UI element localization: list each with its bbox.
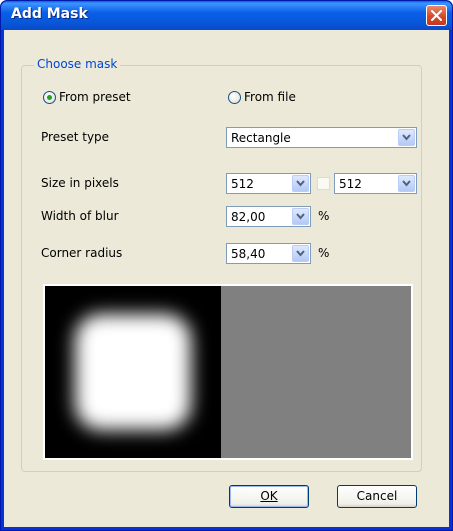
mask-preview-image [45, 286, 221, 458]
dropdown-button[interactable] [398, 175, 415, 192]
dropdown-button[interactable] [292, 175, 309, 192]
from-preset-radio[interactable]: From preset [43, 88, 131, 106]
chevron-down-icon [296, 250, 305, 257]
size-label: Size in pixels [41, 176, 119, 190]
chevron-down-icon [402, 180, 411, 187]
add-mask-dialog: Add Mask Choose mask From preset From fi… [0, 0, 453, 531]
corner-unit: % [318, 246, 330, 260]
ok-button[interactable]: OK [229, 485, 309, 508]
corner-select[interactable]: 58,40 [226, 243, 311, 264]
cancel-button[interactable]: Cancel [337, 485, 417, 508]
size-height-value: 512 [339, 177, 362, 191]
cancel-label: Cancel [356, 489, 398, 503]
radio-circle [228, 90, 241, 104]
from-file-radio[interactable]: From file [228, 88, 296, 106]
dropdown-button[interactable] [292, 208, 309, 225]
radio-circle [43, 90, 56, 104]
from-file-label: From file [244, 90, 296, 104]
size-width-value: 512 [231, 177, 254, 191]
chevron-down-icon [402, 134, 411, 141]
corner-value: 58,40 [231, 247, 266, 261]
chevron-down-icon [296, 213, 305, 220]
preview-background [221, 286, 411, 458]
group-legend: Choose mask [34, 57, 121, 71]
window-title: Add Mask [11, 6, 88, 22]
blur-unit: % [318, 209, 330, 223]
mask-preview [43, 284, 413, 460]
from-preset-label: From preset [59, 90, 131, 104]
close-icon [431, 10, 442, 21]
size-height-select[interactable]: 512 [334, 173, 417, 194]
size-width-select[interactable]: 512 [226, 173, 311, 194]
preset-type-select[interactable]: Rectangle [226, 127, 417, 148]
link-size-checkbox[interactable] [317, 177, 330, 190]
blur-label: Width of blur [41, 209, 119, 223]
dialog-client: Choose mask From preset From file Preset… [4, 30, 449, 527]
blur-value: 82,00 [231, 210, 266, 224]
corner-label: Corner radius [41, 246, 123, 260]
preset-type-label: Preset type [41, 130, 110, 144]
close-button[interactable] [426, 5, 447, 26]
dropdown-button[interactable] [398, 129, 415, 146]
radio-selected-dot [47, 94, 52, 100]
dropdown-button[interactable] [292, 245, 309, 262]
title-bar[interactable]: Add Mask [1, 1, 452, 30]
chevron-down-icon [296, 180, 305, 187]
mask-shape [75, 314, 191, 430]
ok-label: OK [260, 489, 278, 503]
preset-type-value: Rectangle [231, 131, 291, 145]
blur-select[interactable]: 82,00 [226, 206, 311, 227]
